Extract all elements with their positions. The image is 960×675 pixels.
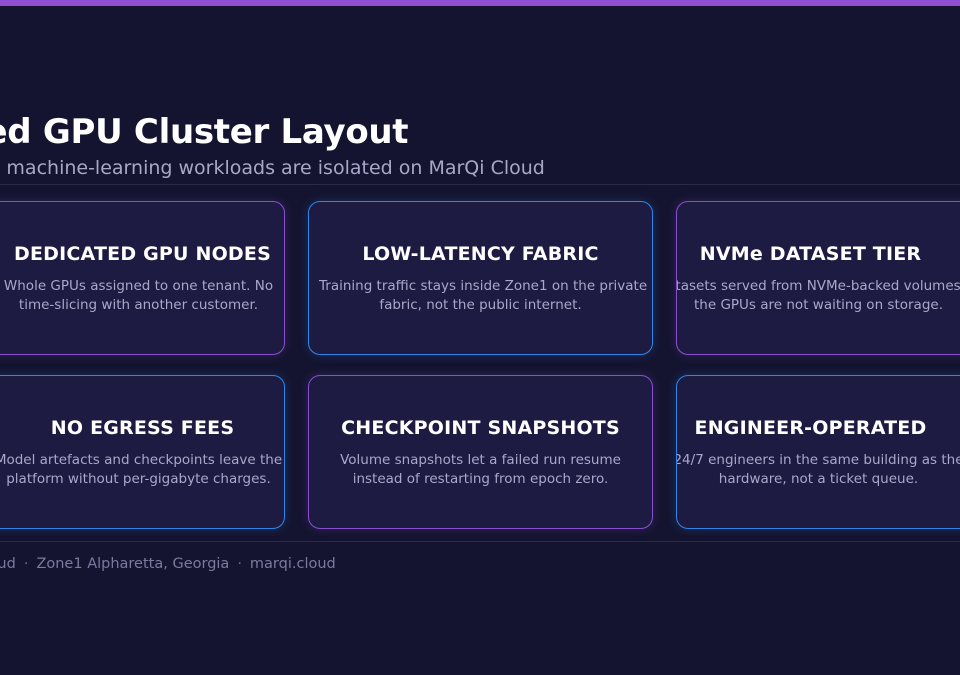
card-title: CHECKPOINT SNAPSHOTS [341,417,620,439]
card-title: NVMe DATASET TIER [699,243,922,265]
slide: Dedicated GPU Cluster Layout AI and mach… [0,0,960,675]
card-description-line: platform without per-gigabyte charges. [6,471,271,487]
footer-separator: · [237,556,242,572]
divider-bottom [0,541,960,542]
card-title: NO EGRESS FEES [50,417,235,439]
card-description: Datasets served from NVMe-backed volumes… [676,277,960,315]
card-description: Training traffic stays inside Zone1 on t… [319,277,648,315]
card-title: ENGINEER-OPERATED [694,417,927,439]
footer-website-link[interactable]: marqi.cloud [250,556,336,572]
card-description: 24/7 engineers in the same building as t… [676,451,960,489]
feature-card-low-latency-fabric: LOW-LATENCY FABRIC Training traffic stay… [308,201,653,355]
feature-card-dedicated-gpu-nodes: DEDICATED GPU NODES Whole GPUs assigned … [0,201,285,355]
feature-card-engineer-operated: ENGINEER-OPERATED 24/7 engineers in the … [676,375,960,529]
top-accent-bar [0,0,960,6]
card-description-line: 24/7 engineers in the same building as t… [676,452,960,468]
card-description-line: instead of restarting from epoch zero. [352,471,609,487]
card-description-line: Model artefacts and checkpoints leave th… [0,452,283,468]
page-subtitle: AI and machine-learning workloads are is… [0,157,545,179]
card-description: Volume snapshots let a failed run resume… [319,451,642,489]
card-description-line: Training traffic stays inside Zone1 on t… [319,278,648,294]
card-description-line: Whole GPUs assigned to one tenant. No [3,278,274,294]
card-description-line: Volume snapshots let a failed run resume [340,452,621,468]
card-description-line: Datasets served from NVMe-backed volumes… [676,278,960,294]
card-description-line: time-slicing with another customer. [18,297,259,313]
card-description: Model artefacts and checkpoints leave th… [0,451,284,489]
footer: MarQi Cloud · Zone1 Alpharetta, Georgia · ma… [0,554,960,574]
footer-brand: MarQi Cloud [0,556,16,572]
footer-location: Zone1 Alpharetta, Georgia [36,556,230,572]
page-title: Dedicated GPU Cluster Layout [0,112,409,152]
footer-separator: · [23,556,29,572]
feature-card-no-egress-fees: NO EGRESS FEES Model artefacts and check… [0,375,285,529]
card-title: LOW-LATENCY FABRIC [362,243,599,265]
divider-top [0,184,960,185]
feature-card-nvme-dataset-tier: NVMe DATASET TIER Datasets served from N… [676,201,960,355]
card-title: DEDICATED GPU NODES [14,243,271,265]
feature-card-checkpoint-snapshots: CHECKPOINT SNAPSHOTS Volume snapshots le… [308,375,653,529]
card-description-line: the GPUs are not waiting on storage. [694,297,943,313]
card-description-line: hardware, not a ticket queue. [718,471,919,487]
card-description-line: fabric, not the public internet. [379,297,582,313]
card-description: Whole GPUs assigned to one tenant. No ti… [0,277,284,315]
